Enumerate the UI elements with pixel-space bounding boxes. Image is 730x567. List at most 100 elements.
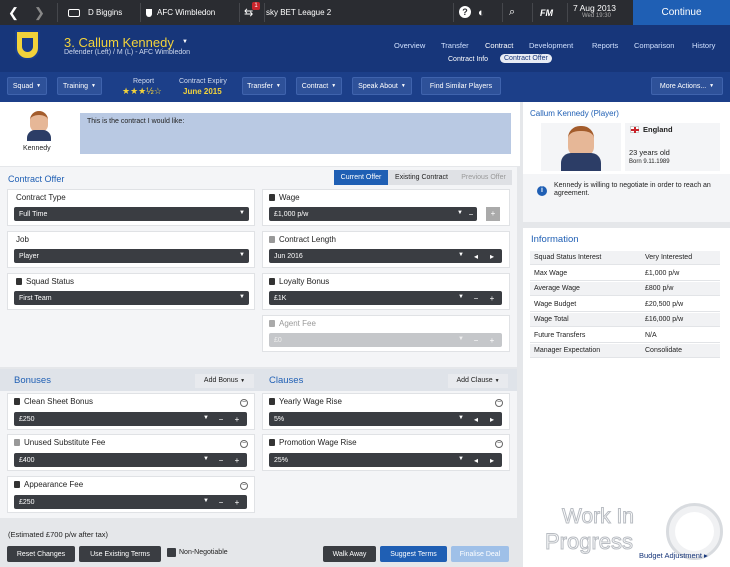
bonus-increase[interactable]: +: [231, 495, 243, 509]
reset-changes-button[interactable]: Reset Changes: [7, 546, 75, 562]
tab-existing-contract[interactable]: Existing Contract: [388, 170, 455, 185]
agent-decrease: −: [473, 335, 479, 345]
manager-menu[interactable]: D Biggins: [68, 0, 122, 25]
info-row: Wage Total £16,000 p/w: [530, 313, 720, 327]
more-actions-button[interactable]: More Actions... ▼: [651, 77, 723, 95]
use-existing-terms-button[interactable]: Use Existing Terms: [79, 546, 161, 562]
globe-icon[interactable]: ◐: [478, 0, 485, 25]
lock-icon: [14, 398, 20, 405]
report-stars[interactable]: ★★★½☆: [122, 86, 162, 97]
nav-reports[interactable]: Reports: [592, 41, 618, 50]
nav-transfer[interactable]: Transfer: [441, 41, 469, 50]
help-icon[interactable]: ?: [459, 6, 471, 18]
remove-bonus-icon[interactable]: −: [240, 440, 248, 448]
bonus-increase[interactable]: +: [231, 453, 243, 467]
lock-icon: [269, 439, 275, 446]
notification-badge: 1: [252, 2, 260, 10]
subtab-contract-offer[interactable]: Contract Offer: [500, 54, 552, 63]
loyalty-decrease[interactable]: −: [470, 291, 482, 305]
loyalty-increase[interactable]: +: [486, 291, 498, 305]
squad-button[interactable]: Squad ▼: [7, 77, 47, 95]
player-subtitle: Defender (Left) / M (L) - AFC Wimbledon: [64, 49, 191, 56]
continue-button[interactable]: Continue: [633, 0, 730, 25]
bonus-dropdown[interactable]: £250 ▼ − +: [14, 412, 247, 426]
info-value: Very Interested: [645, 254, 693, 261]
squad-status-dropdown[interactable]: First Team ▼: [14, 291, 249, 305]
appearance-fee-card: Appearance Fee − £250 ▼ − +: [7, 476, 255, 513]
clause-dropdown[interactable]: 5% ▼ ◂ ▸: [269, 412, 502, 426]
remove-bonus-icon[interactable]: −: [240, 399, 248, 407]
search-icon[interactable]: ⌕: [509, 0, 515, 25]
player-photo: [541, 123, 621, 171]
lock-icon: [16, 278, 22, 285]
wage-decrease[interactable]: −: [465, 207, 477, 221]
training-button[interactable]: Training ▼: [57, 77, 102, 95]
job-label: Job: [16, 235, 29, 244]
clause-dropdown[interactable]: 25% ▼ ◂ ▸: [269, 453, 502, 467]
bonus-decrease[interactable]: −: [215, 495, 227, 509]
loyalty-bonus-dropdown[interactable]: £1K ▼ − +: [269, 291, 502, 305]
remove-bonus-icon[interactable]: −: [240, 482, 248, 490]
walk-away-button[interactable]: Walk Away: [323, 546, 376, 562]
fm-menu[interactable]: FM: [540, 0, 553, 25]
bonus-decrease[interactable]: −: [215, 412, 227, 426]
contract-button[interactable]: Contract ▼: [296, 77, 342, 95]
remove-clause-icon[interactable]: −: [495, 399, 503, 407]
find-similar-button[interactable]: Find Similar Players: [421, 77, 501, 95]
competition-menu[interactable]: sky BET League 2: [266, 0, 331, 25]
contract-length-dropdown[interactable]: Jun 2016 ▼ ◂ ▸: [269, 249, 502, 263]
nav-comparison[interactable]: Comparison: [634, 41, 674, 50]
length-next[interactable]: ▸: [486, 249, 498, 263]
nationality[interactable]: England: [643, 125, 673, 134]
tab-previous-offer[interactable]: Previous Offer: [455, 170, 512, 185]
bonuses-heading: Bonuses: [14, 375, 51, 386]
forward-icon[interactable]: ❯: [34, 0, 45, 25]
nav-history[interactable]: History: [692, 41, 715, 50]
contract-type-dropdown[interactable]: Full Time ▼: [14, 207, 249, 221]
transfer-button[interactable]: Transfer ▼: [242, 77, 286, 95]
clause-next[interactable]: ▸: [486, 453, 498, 467]
tab-current-offer[interactable]: Current Offer: [334, 170, 388, 185]
info-value: Consolidate: [645, 347, 682, 354]
remove-clause-icon[interactable]: −: [495, 440, 503, 448]
bonus-dropdown[interactable]: £400 ▼ − +: [14, 453, 247, 467]
speak-about-button[interactable]: Speak About ▼: [352, 77, 412, 95]
england-flag-icon: [630, 126, 639, 133]
add-clause-button[interactable]: Add Clause ▼: [448, 374, 508, 388]
job-card: Job Player ▼: [7, 231, 255, 268]
bonus-increase[interactable]: +: [231, 412, 243, 426]
wage-dropdown[interactable]: £1,000 p/w ▼ −: [269, 207, 477, 221]
chevron-down-icon[interactable]: ▼: [182, 39, 188, 45]
side-heading[interactable]: Callum Kennedy (Player): [530, 109, 619, 118]
budget-adjustment-link[interactable]: Budget Adjustment ▸: [639, 551, 708, 560]
back-icon[interactable]: ❮: [8, 0, 19, 25]
loyalty-bonus-label: Loyalty Bonus: [279, 277, 330, 286]
lock-icon: [269, 278, 275, 285]
club-menu[interactable]: AFC Wimbledon: [146, 0, 215, 25]
player-title[interactable]: 3. Callum Kennedy: [64, 35, 174, 50]
date-display[interactable]: 7 Aug 2013 Wed 19:30: [573, 3, 616, 19]
suggest-terms-button[interactable]: Suggest Terms: [380, 546, 447, 562]
bonus-decrease[interactable]: −: [215, 453, 227, 467]
job-dropdown[interactable]: Player ▼: [14, 249, 249, 263]
info-key: Max Wage: [534, 269, 568, 277]
clause-next[interactable]: ▸: [486, 412, 498, 426]
message-bubble: This is the contract I would like:: [80, 113, 511, 154]
clause-prev[interactable]: ◂: [470, 412, 482, 426]
nav-contract[interactable]: Contract: [485, 41, 513, 50]
clauses-heading: Clauses: [269, 375, 304, 386]
profile-icon: [68, 8, 80, 17]
nav-development[interactable]: Development: [529, 41, 573, 50]
player-side-card: Callum Kennedy (Player) England 23 years…: [523, 102, 730, 222]
contract-type-label: Contract Type: [16, 193, 66, 202]
add-bonus-button[interactable]: Add Bonus ▼: [195, 374, 254, 388]
lock-icon: [269, 398, 275, 405]
subtab-contract-info[interactable]: Contract Info: [448, 56, 488, 63]
clause-prev[interactable]: ◂: [470, 453, 482, 467]
length-prev[interactable]: ◂: [470, 249, 482, 263]
nav-overview[interactable]: Overview: [394, 41, 425, 50]
bonus-dropdown[interactable]: £250 ▼ − +: [14, 495, 247, 509]
wage-increase[interactable]: +: [486, 207, 500, 221]
non-negotiable-checkbox[interactable]: [167, 548, 176, 557]
info-value: £16,000 p/w: [645, 316, 684, 323]
